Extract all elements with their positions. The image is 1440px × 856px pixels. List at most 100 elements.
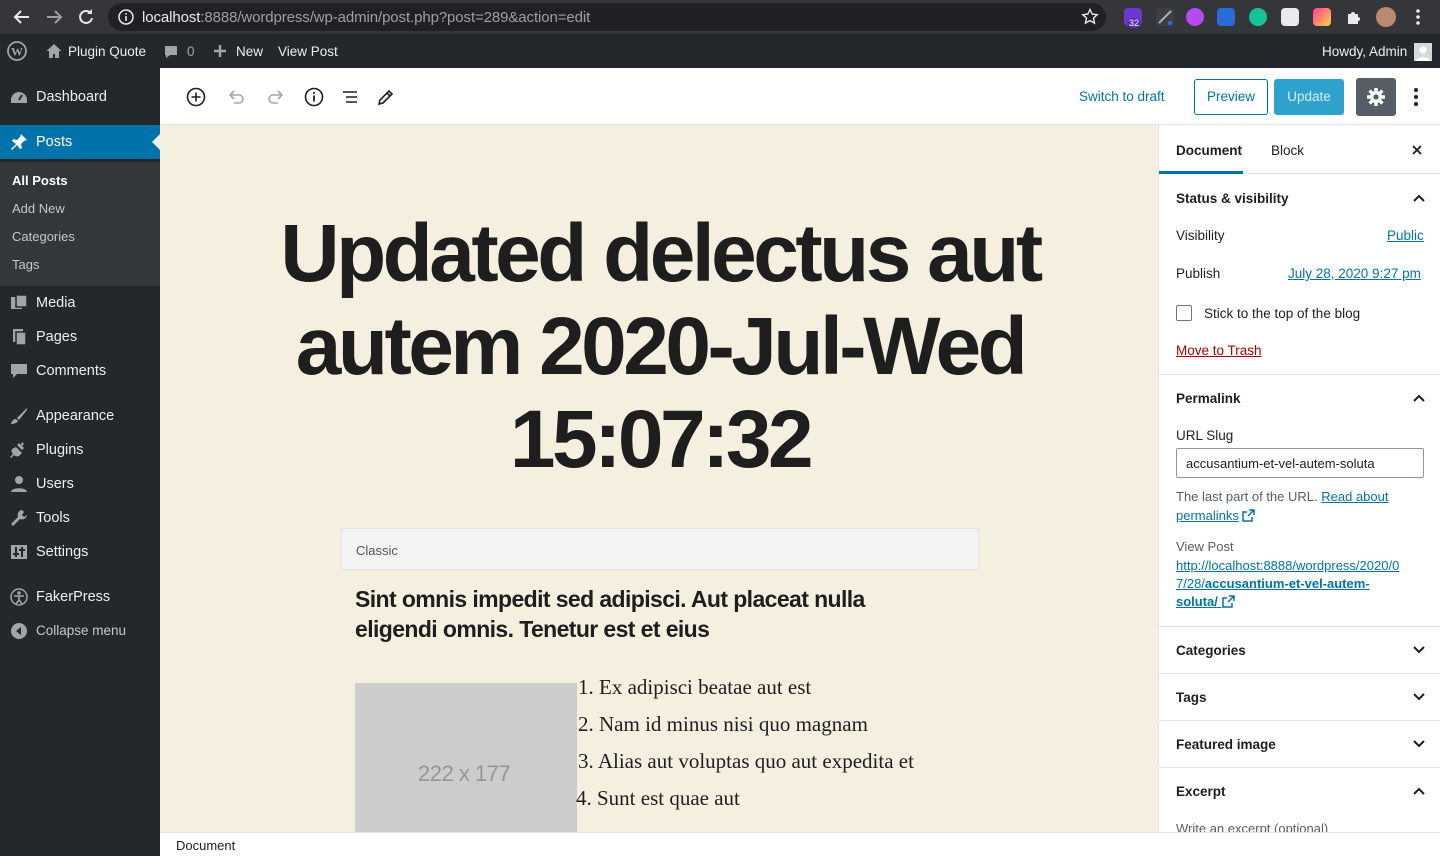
back-icon[interactable]	[12, 7, 32, 27]
extension-badge: 32	[1127, 18, 1142, 28]
wrench-icon	[10, 509, 28, 527]
content-info-icon[interactable]	[303, 86, 325, 108]
chevron-down-icon	[1413, 693, 1425, 701]
sidebar-item-users[interactable]: Users	[0, 467, 160, 501]
view-post-url-link[interactable]: http://localhost:8888/wordpress/2020/0 7/…	[1176, 557, 1434, 611]
extension-icon[interactable]	[1281, 8, 1299, 26]
list-item: 2. Nam id minus nisi quo magnam	[578, 712, 868, 736]
view-post-label: View Post	[1176, 539, 1234, 554]
tab-block[interactable]: Block	[1257, 125, 1317, 174]
submenu-all-posts[interactable]: All Posts	[12, 173, 68, 188]
post-title[interactable]: Updated delectus aut autem 2020-Jul-Wed …	[200, 207, 1120, 486]
settings-toggle-button[interactable]	[1356, 78, 1396, 116]
sidebar-collapse-menu[interactable]: Collapse menu	[0, 614, 160, 648]
submenu-add-new[interactable]: Add New	[12, 201, 65, 216]
submenu-tags[interactable]: Tags	[12, 257, 39, 272]
profile-avatar[interactable]	[1376, 7, 1396, 27]
sidebar-item-posts[interactable]: Posts	[0, 125, 160, 159]
forward-icon[interactable]	[44, 7, 64, 27]
collapse-icon	[10, 622, 28, 640]
chevron-down-icon	[1413, 646, 1425, 654]
classic-block-toolbar[interactable]: Classic	[341, 528, 979, 570]
comments-count[interactable]: 0	[187, 44, 195, 59]
visibility-link[interactable]: Public	[1387, 228, 1424, 243]
sticky-checkbox[interactable]	[1176, 305, 1192, 321]
howdy-link[interactable]: Howdy, Admin	[1322, 44, 1407, 59]
close-icon[interactable]	[1410, 143, 1424, 157]
publish-label: Publish	[1176, 266, 1221, 281]
external-link-icon	[1242, 509, 1256, 522]
user-avatar[interactable]	[1414, 43, 1432, 61]
breadcrumb-document[interactable]: Document	[176, 838, 235, 853]
add-block-icon[interactable]	[185, 86, 207, 108]
browser-menu-icon[interactable]	[1409, 8, 1427, 26]
sidebar-item-fakerpress[interactable]: FakerPress	[0, 580, 160, 614]
sidebar-item-dashboard[interactable]: Dashboard	[0, 80, 160, 114]
image-placeholder[interactable]: 222 x 177	[355, 683, 577, 832]
ordered-list[interactable]: 1. Ex adipisci beatae aut est 2. Nam id …	[576, 675, 914, 823]
new-link[interactable]: New	[236, 44, 263, 59]
admin-bar: W Plugin Quote 0 New View Post Howdy, Ad…	[0, 34, 1440, 68]
sidebar-item-tools[interactable]: Tools	[0, 501, 160, 535]
comment-icon	[10, 362, 28, 380]
update-button[interactable]: Update	[1274, 79, 1344, 115]
more-options-icon[interactable]	[1406, 86, 1426, 108]
address-bar[interactable]: localhost:8888/wordpress/wp-admin/post.p…	[108, 3, 1106, 31]
excerpt-label[interactable]: Write an excerpt (optional)	[1176, 821, 1328, 832]
image-placeholder-label: 222 x 177	[418, 761, 511, 786]
sidebar-item-appearance[interactable]: Appearance	[0, 399, 160, 433]
chevron-up-icon	[1413, 194, 1425, 202]
list-item: 4. Sunt est quae aut	[576, 786, 740, 810]
switch-to-draft-button[interactable]: Switch to draft	[1079, 89, 1165, 104]
dashboard-icon	[10, 88, 28, 106]
settings-icon	[10, 543, 28, 561]
publish-date-link[interactable]: July 28, 2020 9:27 pm	[1288, 266, 1421, 281]
chevron-down-icon	[1413, 740, 1425, 748]
settings-sidebar: Document Block Status & visibility Visib…	[1158, 125, 1440, 832]
sidebar-item-plugins[interactable]: Plugins	[0, 433, 160, 467]
block-breadcrumb-footer: Document	[160, 832, 1440, 856]
view-post-link[interactable]: View Post	[278, 44, 338, 59]
wordpress-logo-icon[interactable]: W	[7, 41, 27, 61]
extension-icon[interactable]	[1186, 8, 1204, 26]
site-name-link[interactable]: Plugin Quote	[68, 44, 146, 59]
pages-icon	[10, 328, 28, 346]
sidebar-item-pages[interactable]: Pages	[0, 320, 160, 354]
submenu-categories[interactable]: Categories	[12, 229, 75, 244]
pen-extension-icon[interactable]	[1156, 8, 1174, 26]
posts-submenu: All Posts Add New Categories Tags	[0, 162, 160, 286]
reload-icon[interactable]	[76, 7, 96, 27]
sidebar-item-settings[interactable]: Settings	[0, 535, 160, 569]
fakerpress-icon	[10, 588, 28, 606]
redo-icon[interactable]	[265, 86, 287, 108]
edit-mode-pencil-icon[interactable]	[375, 86, 397, 108]
extension-icon[interactable]	[1313, 8, 1331, 26]
editor-canvas: Updated delectus aut autem 2020-Jul-Wed …	[160, 125, 1158, 832]
grammarly-icon[interactable]	[1249, 8, 1267, 26]
plug-icon	[10, 441, 28, 459]
translate-extension-icon[interactable]	[1217, 8, 1235, 26]
undo-icon[interactable]	[225, 86, 247, 108]
bookmark-star-icon[interactable]	[1081, 8, 1099, 26]
block-heading[interactable]: Sint omnis impedit sed adipisci. Aut pla…	[355, 584, 915, 644]
home-icon[interactable]	[45, 42, 63, 60]
list-item: 1. Ex adipisci beatae aut est	[578, 675, 812, 699]
site-info-icon[interactable]	[118, 9, 134, 25]
divider	[1159, 673, 1440, 674]
svg-text:W: W	[11, 45, 23, 59]
tab-document[interactable]: Document	[1159, 125, 1243, 174]
sidebar-item-comments[interactable]: Comments	[0, 354, 160, 388]
external-link-icon	[1221, 595, 1235, 608]
url-slug-input[interactable]: accusantium-et-vel-autem-soluta	[1176, 448, 1424, 478]
preview-button[interactable]: Preview	[1194, 79, 1268, 115]
brush-icon	[10, 407, 28, 425]
move-to-trash-link[interactable]: Move to Trash	[1176, 343, 1262, 358]
extensions-puzzle-icon[interactable]	[1345, 8, 1363, 26]
visibility-label: Visibility	[1176, 228, 1225, 243]
pin-icon	[10, 133, 28, 151]
browser-chrome: localhost:8888/wordpress/wp-admin/post.p…	[0, 0, 1440, 34]
block-navigation-icon[interactable]	[339, 86, 361, 108]
url-text: localhost:8888/wordpress/wp-admin/post.p…	[142, 9, 591, 26]
sidebar-item-media[interactable]: Media	[0, 286, 160, 320]
comment-bubble-icon[interactable]	[163, 44, 179, 60]
